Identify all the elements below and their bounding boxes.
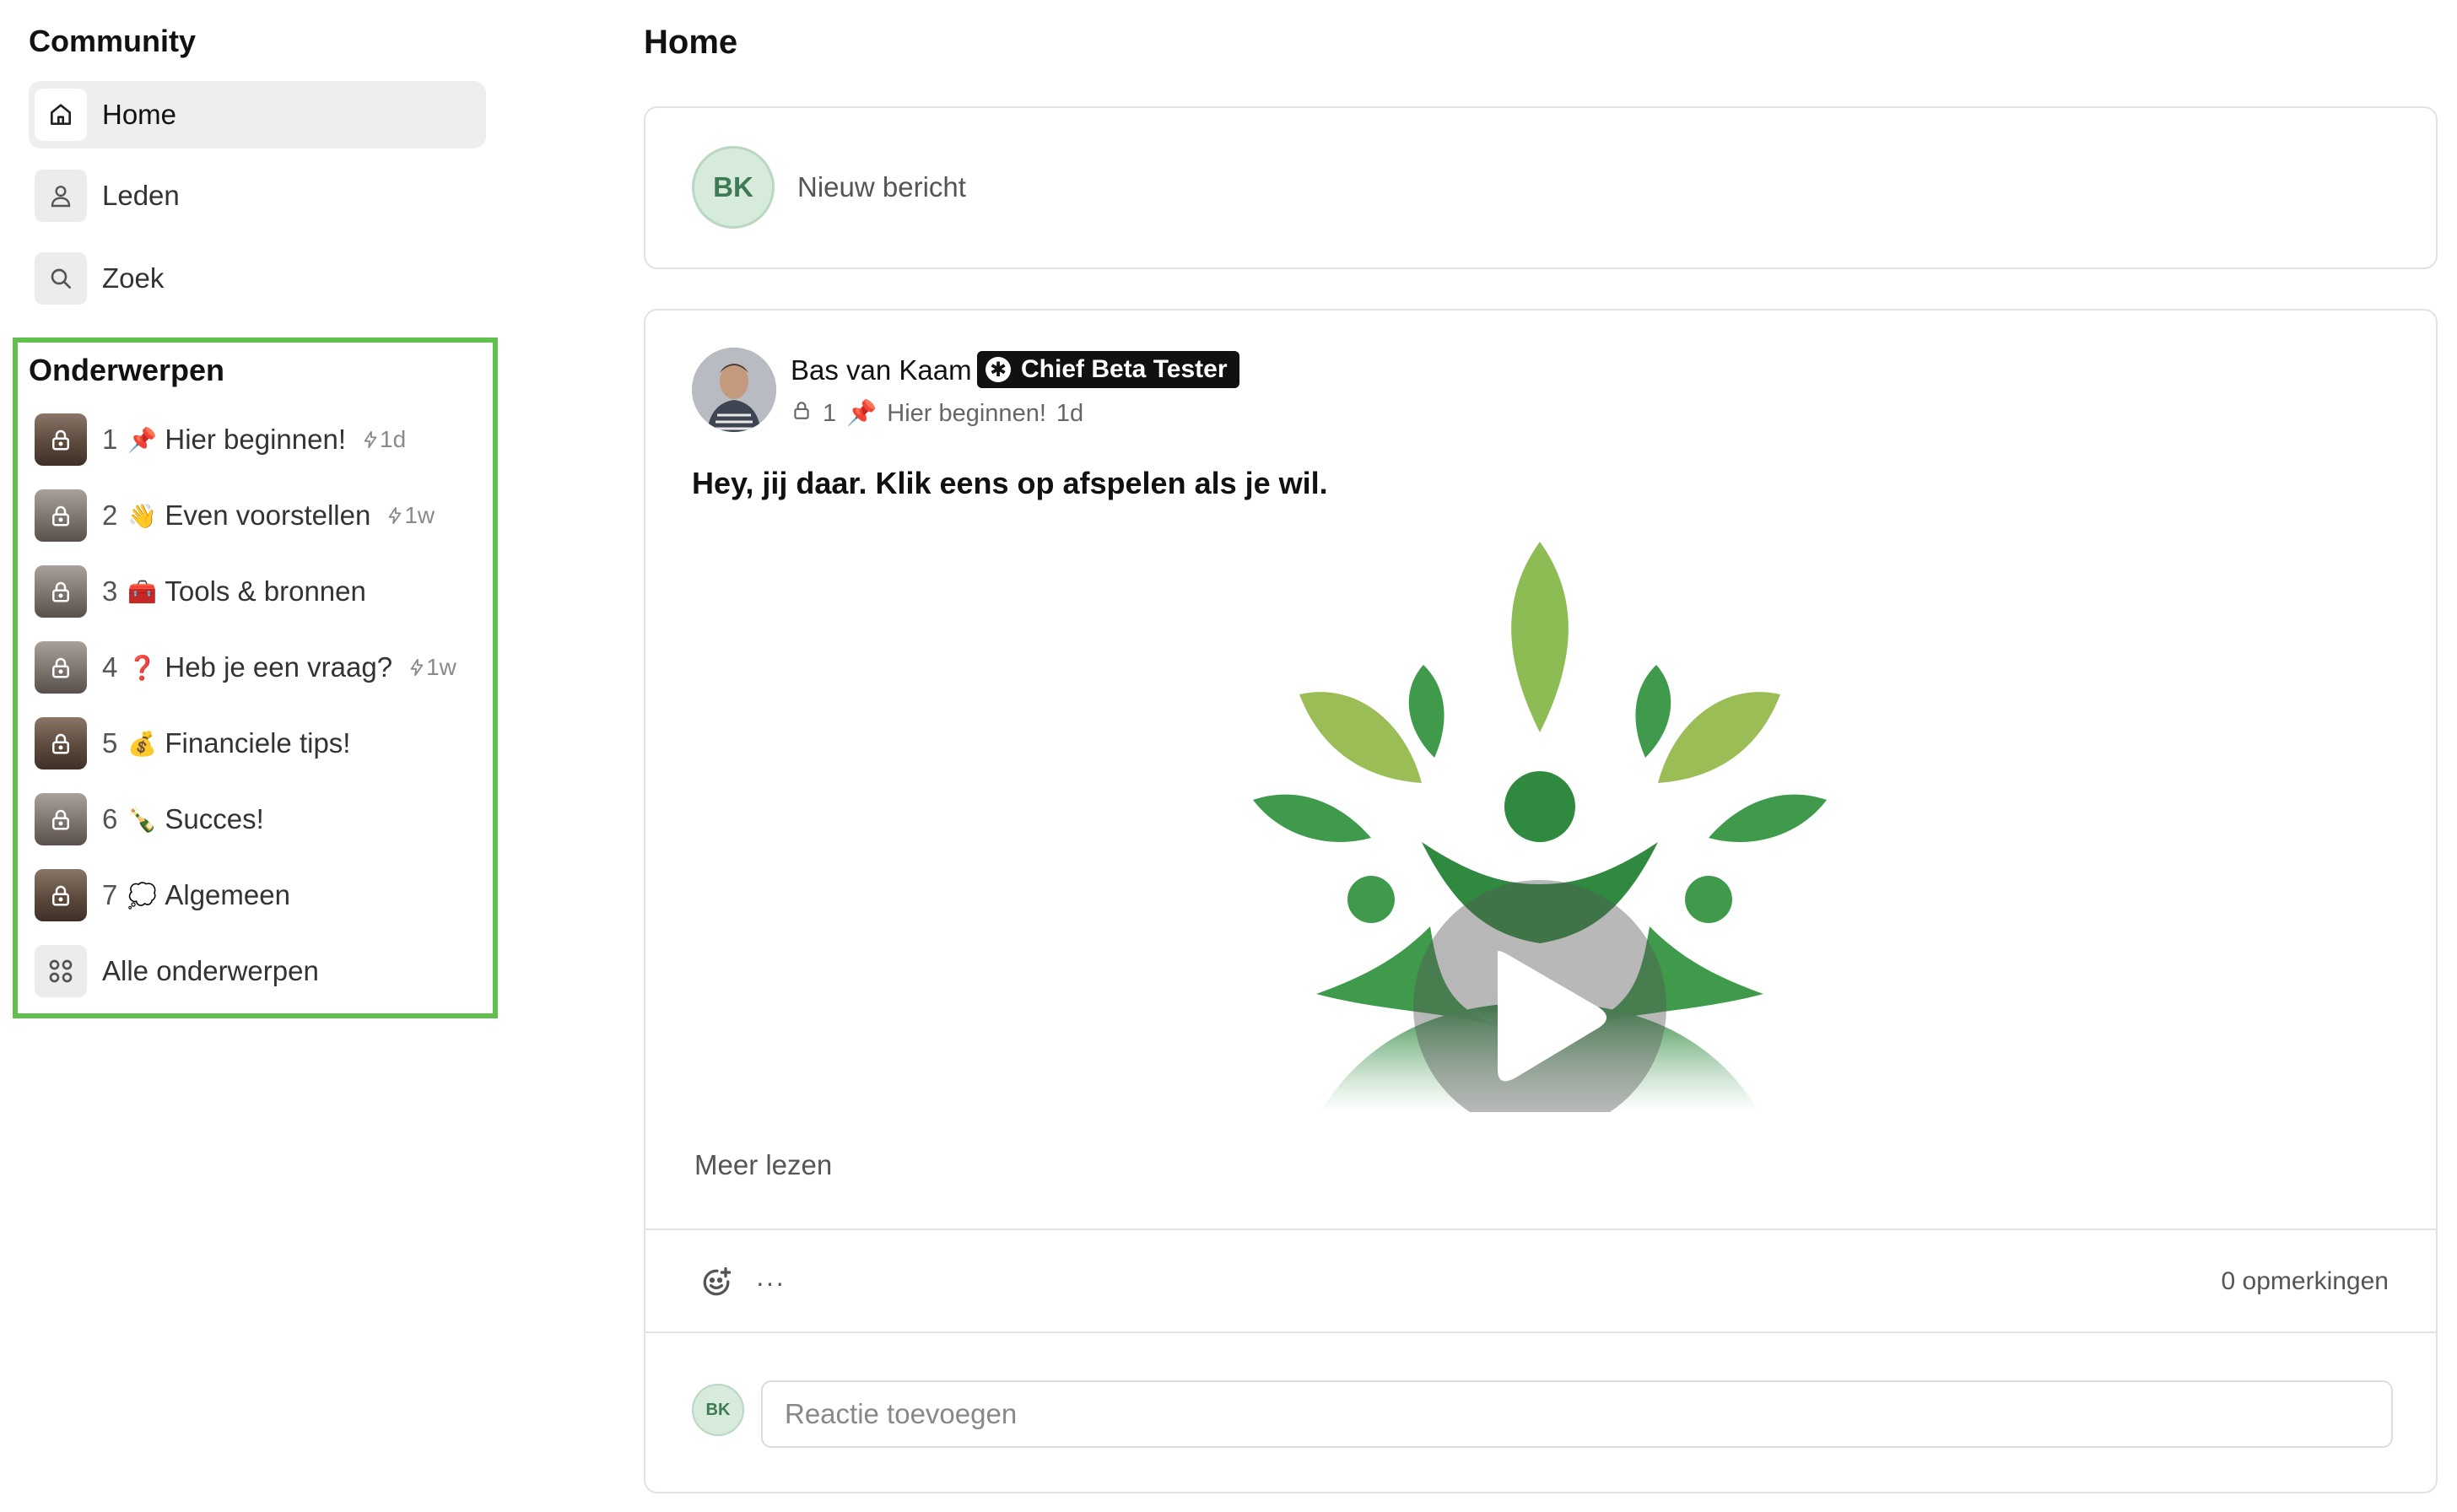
topic-activity: 1w <box>386 502 435 529</box>
topic-item-1[interactable]: 1 📌 Hier beginnen! 1d <box>29 406 484 473</box>
topic-label: Algemeen <box>165 879 290 910</box>
topic-number: 7 <box>102 879 118 910</box>
lightning-icon <box>364 430 377 449</box>
grid-icon <box>35 945 87 997</box>
comment-input[interactable] <box>761 1380 2393 1448</box>
video-player[interactable] <box>1253 538 1827 1133</box>
topic-item-3[interactable]: 3 🧰 Tools & bronnen <box>29 558 484 625</box>
topic-label: Tools & bronnen <box>165 575 366 607</box>
author-name[interactable]: Bas van Kaam <box>791 354 972 386</box>
lock-icon <box>35 489 87 542</box>
author-avatar[interactable] <box>692 348 776 432</box>
lock-icon <box>35 641 87 694</box>
topic-activity: 1d <box>361 426 406 453</box>
topic-item-4[interactable]: 4 ❓ Heb je een vraag? 1w <box>29 634 484 701</box>
bottle-icon: 🍾 <box>127 806 158 833</box>
post-age: 1d <box>1056 399 1084 427</box>
topics-title: Onderwerpen <box>29 353 225 387</box>
money-bag-icon: 💰 <box>127 730 158 757</box>
all-topics-label: Alle onderwerpen <box>102 955 319 986</box>
topic-number: 4 <box>102 651 118 683</box>
pin-icon: 📌 <box>127 426 158 453</box>
nav-label-home: Home <box>102 99 177 130</box>
role-badge-label: Chief Beta Tester <box>1021 355 1228 383</box>
topic-label: Heb je een vraag? <box>165 651 393 683</box>
add-reaction-icon[interactable] <box>698 1264 735 1301</box>
nav-item-zoek[interactable]: Zoek <box>29 245 486 312</box>
asterisk-icon: ✱ <box>986 357 1011 382</box>
topic-label: Succes! <box>165 803 264 834</box>
topic-label: Hier beginnen! <box>165 424 347 455</box>
topic-number: 2 <box>102 500 118 531</box>
lightning-icon <box>389 506 402 525</box>
post-heading: Hey, jij daar. Klik eens op afspelen als… <box>692 466 1328 500</box>
topic-activity-time: 1w <box>426 654 456 680</box>
topic-activity: 1w <box>408 654 456 681</box>
topic-item-5[interactable]: 5 💰 Financiele tips! <box>29 710 484 777</box>
video-thumbnail <box>1253 542 1827 1133</box>
toolbox-icon: 🧰 <box>127 578 158 605</box>
lock-icon <box>35 565 87 618</box>
thought-bubble-icon: 💭 <box>127 882 158 909</box>
lock-icon <box>35 413 87 466</box>
more-options-icon[interactable]: ··· <box>752 1264 789 1301</box>
community-title: Community <box>29 24 196 58</box>
topic-item-6[interactable]: 6 🍾 Succes! <box>29 786 484 853</box>
post-meta: 1 📌 Hier beginnen! 1d <box>791 398 1094 429</box>
search-icon <box>35 252 87 305</box>
waving-hand-icon: 👋 <box>127 502 158 529</box>
nav-item-home[interactable]: Home <box>29 81 486 148</box>
topic-activity-time: 1d <box>380 426 407 452</box>
lock-icon <box>35 793 87 845</box>
question-mark-icon: ❓ <box>127 654 158 681</box>
topic-number: 6 <box>102 803 118 834</box>
topic-number: 5 <box>102 727 118 759</box>
topic-label: Even voorstellen <box>165 500 371 531</box>
topic-item-7[interactable]: 7 💭 Algemeen <box>29 861 484 929</box>
role-badge: ✱ Chief Beta Tester <box>977 351 1239 388</box>
sidebar: Community Home Leden Zoek Onderwerpen 1 … <box>0 0 506 1512</box>
nav-item-leden[interactable]: Leden <box>29 162 486 230</box>
comment-row: BK <box>645 1333 2436 1493</box>
nav-label-zoek: Zoek <box>102 262 165 294</box>
topic-number: 1 <box>102 424 118 455</box>
lightning-icon <box>410 658 424 677</box>
topic-item-2[interactable]: 2 👋 Even voorstellen 1w <box>29 482 484 549</box>
post-card: Bas van Kaam ✱ Chief Beta Tester 1 📌 Hie… <box>644 309 2438 1493</box>
new-post-composer[interactable]: BK Nieuw bericht <box>644 106 2438 269</box>
read-more-link[interactable]: Meer lezen <box>694 1149 832 1181</box>
post-topic-number: 1 <box>823 399 837 427</box>
post-actions: ··· 0 opmerkingen <box>645 1230 2436 1331</box>
user-icon <box>35 170 87 222</box>
all-topics-link[interactable]: Alle onderwerpen <box>29 937 484 1005</box>
home-icon <box>35 89 87 141</box>
lock-icon <box>791 398 813 429</box>
pin-icon: 📌 <box>846 400 878 427</box>
avatar: BK <box>692 146 775 229</box>
post-topic-link[interactable]: Hier beginnen! <box>887 400 1046 428</box>
topic-label: Financiele tips! <box>165 727 351 759</box>
lock-icon <box>35 717 87 770</box>
avatar: BK <box>692 1384 744 1436</box>
topic-activity-time: 1w <box>404 502 435 528</box>
new-post-placeholder: Nieuw bericht <box>797 171 966 202</box>
topic-number: 3 <box>102 575 118 607</box>
nav-label-leden: Leden <box>102 180 180 211</box>
page-title: Home <box>644 24 738 61</box>
lock-icon <box>35 869 87 921</box>
comments-count[interactable]: 0 opmerkingen <box>2222 1267 2389 1296</box>
